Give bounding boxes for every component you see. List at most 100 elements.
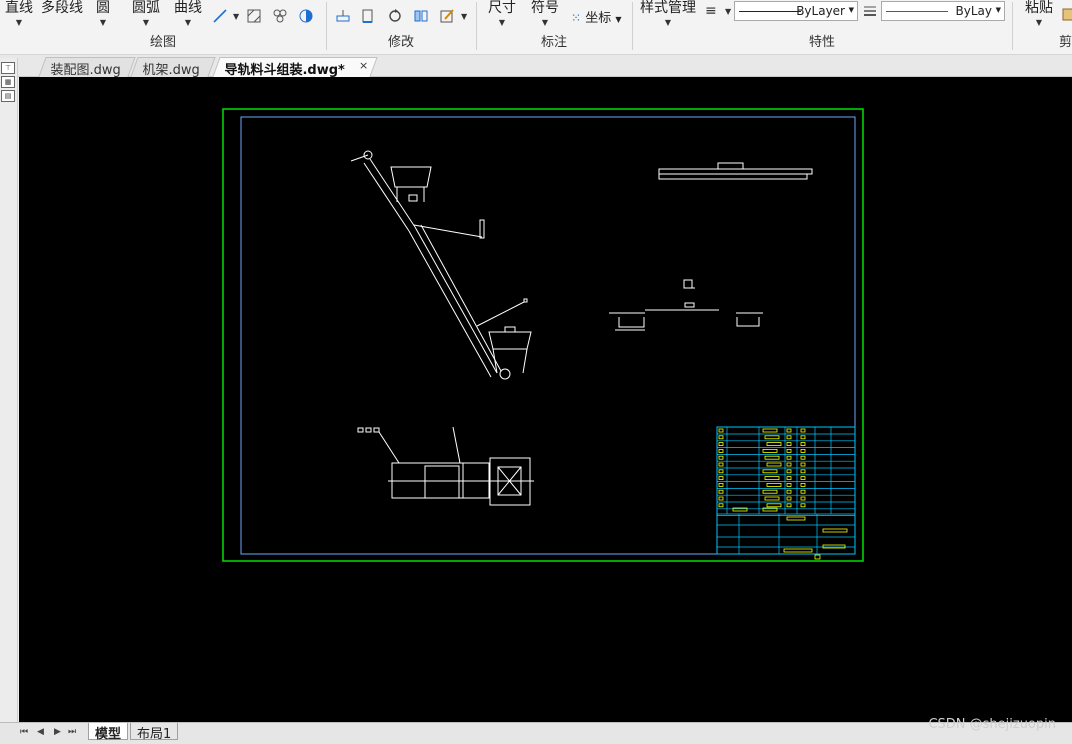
clipboard-group-label: 剪 [1059,35,1072,50]
list-icon[interactable]: ≡ [705,3,717,19]
edit-icon[interactable] [439,8,455,24]
title-block-text-mark [766,442,782,447]
mirror-icon[interactable] [413,8,429,24]
chevron-down-icon[interactable]: ▼ [640,18,696,27]
watermark: CSDN @shejizuopin [928,717,1056,732]
palette-icon-blocks[interactable]: ▤ [1,90,15,102]
inclined-conveyor-view[interactable] [350,150,532,380]
title-block-text-mark [718,503,724,508]
title-block-text-mark [718,442,724,447]
tab-rail-hopper-assembly[interactable]: 导轨料斗组装.dwg* [212,57,378,78]
annotate-group: 尺寸 ▼ 符号 ▼ ⁙ 坐标 ▼ 标注 [477,0,631,54]
curve-button[interactable]: 曲线 ▼ [174,0,202,27]
lineweight-select[interactable]: ByLay ▼ [881,1,1005,21]
copy-icon[interactable] [360,8,376,24]
title-block-text-mark [762,448,778,453]
boundary-icon[interactable] [298,8,314,24]
clipboard-icon[interactable] [1061,6,1072,22]
palette-icon-layers[interactable]: ▦ [1,76,15,88]
first-layout-icon[interactable]: ⏮ [20,727,28,737]
tab-label: 导轨料斗组装.dwg* [224,63,345,78]
next-layout-icon[interactable]: ▶ [54,727,61,737]
title-block-text-mark [718,496,724,501]
move-icon[interactable] [335,8,351,24]
title-block-text-mark [800,496,806,501]
title-block-text-mark [786,435,792,440]
tab-frame[interactable]: 机架.dwg [130,57,216,78]
line-button[interactable]: 直线 ▼ [5,0,33,27]
region-icon[interactable] [272,8,288,24]
title-block-text-mark [718,476,724,481]
title-block-text-mark [786,455,792,460]
annotate-group-label: 标注 [540,35,567,50]
modify-group: ▼ 修改 [327,0,475,54]
style-manager-button[interactable]: 样式管理 ▼ [640,0,696,27]
title-block[interactable] [716,426,856,560]
title-block-text-mark [786,428,792,433]
rotate-icon[interactable] [387,8,403,24]
title-block-text-mark [800,455,806,460]
title-block-text-mark [800,462,806,467]
chevron-down-icon: ▼ [995,6,1001,14]
chevron-down-icon[interactable]: ▼ [488,18,516,27]
linetype-sample [739,11,801,12]
title-block-text-mark [786,516,806,521]
last-layout-icon[interactable]: ⏭ [68,727,76,737]
paste-button[interactable]: 粘贴 ▼ [1025,0,1053,27]
title-block-text-mark [800,503,806,508]
hatch-icon[interactable] [246,8,262,24]
title-block-text-mark [764,455,780,460]
chevron-down-icon[interactable]: ▼ [5,18,33,27]
line-tool-icon[interactable] [212,8,228,24]
title-block-text-mark [800,489,806,494]
line-button-label: 直线 [5,0,33,16]
drawing-svg [222,108,864,562]
close-icon[interactable]: × [359,59,368,72]
coordinate-button-label: 坐标 [585,11,612,26]
chevron-down-icon[interactable]: ▼ [1025,18,1053,27]
tab-model[interactable]: 模型 [88,723,129,742]
title-block-text-mark [786,482,792,487]
dimension-button[interactable]: 尺寸 ▼ [488,0,516,27]
symbol-button[interactable]: 符号 ▼ [531,0,559,27]
title-block-text-mark [786,442,792,447]
polyline-button[interactable]: 多段线 [41,0,83,17]
plan-view[interactable] [357,426,534,506]
bracket-section-view[interactable] [609,279,763,331]
circle-button[interactable]: 圆 ▼ [96,0,110,27]
palette-icon-properties[interactable]: ⊤ [1,62,15,74]
dimension-button-label: 尺寸 [488,0,516,16]
chevron-down-icon[interactable]: ▼ [96,18,110,27]
title-block-text-mark [822,544,846,549]
chevron-down-icon[interactable]: ▼ [233,12,239,21]
tab-label: 机架.dwg [142,63,200,78]
chevron-down-icon: ▼ [615,15,622,24]
drawing-canvas[interactable] [19,77,1072,722]
circle-button-label: 圆 [96,0,110,16]
draw-group-label: 绘图 [149,35,176,50]
title-block-text-mark [800,482,806,487]
arc-button[interactable]: 圆弧 ▼ [132,0,160,27]
chevron-down-icon[interactable]: ▼ [531,18,559,27]
title-block-text-mark [786,489,792,494]
tab-layout1[interactable]: 布局1 [130,723,179,742]
chevron-down-icon[interactable]: ▼ [174,18,202,27]
title-block-text-mark [786,469,792,474]
modify-group-label: 修改 [387,35,414,50]
title-block-text-mark [786,462,792,467]
title-block-text-mark [786,448,792,453]
title-block-text-mark [800,476,806,481]
title-block-text-mark [764,476,780,481]
rail-top-view[interactable] [658,162,813,180]
chevron-down-icon[interactable]: ▼ [132,18,160,27]
prev-layout-icon[interactable]: ◀ [37,727,44,737]
title-block-text-mark [766,462,782,467]
title-block-text-mark [800,448,806,453]
coordinate-button[interactable]: ⁙ 坐标 ▼ [571,7,622,26]
ribbon: 直线 ▼ 多段线 圆 ▼ 圆弧 ▼ 曲线 ▼ ▼ 绘图 ▼ 修改 尺寸 ▼ 符号… [0,0,1072,55]
chevron-down-icon[interactable]: ▼ [725,7,731,16]
arc-button-label: 圆弧 [132,0,160,16]
linetype-select[interactable]: ByLayer ▼ [734,1,858,21]
tab-assembly[interactable]: 装配图.dwg [38,57,136,78]
chevron-down-icon[interactable]: ▼ [461,12,467,21]
